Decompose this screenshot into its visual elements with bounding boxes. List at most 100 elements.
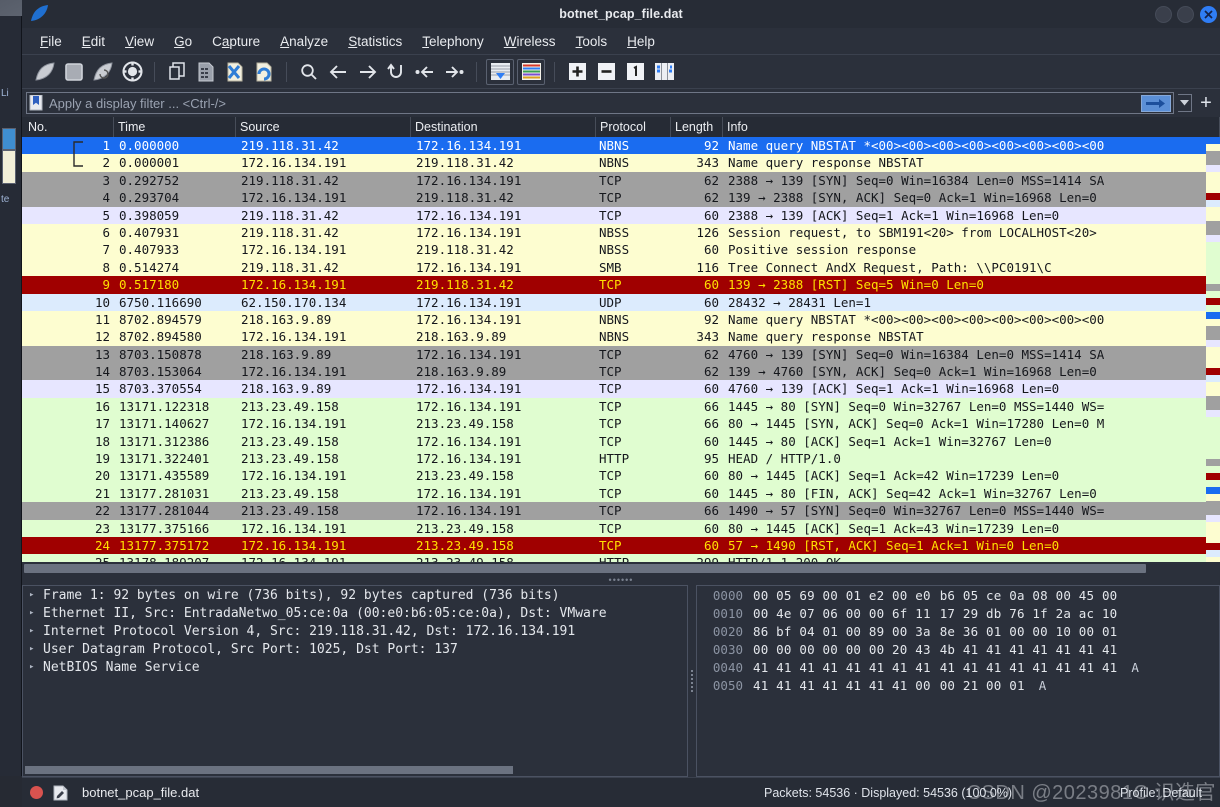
column-header-info[interactable]: Info [723, 117, 1220, 137]
display-filter-input[interactable]: Apply a display filter ... <Ctrl-/> [26, 92, 1174, 114]
expand-triangle-icon[interactable]: ▸ [29, 662, 43, 672]
packet-row[interactable]: 23 13177.375166 172.16.134.191 213.23.49.15… [22, 519, 1220, 537]
menu-statistics[interactable]: Statistics [338, 32, 412, 51]
capture-indicator-icon[interactable] [30, 786, 43, 799]
packet-row[interactable]: 12 8702.894580 172.16.134.191 218.163.9.89 N… [22, 328, 1220, 346]
hexdump-row[interactable]: 0050 41 41 41 41 41 41 41 00 00 21 00 01 A [697, 676, 1219, 694]
go-back-icon[interactable] [325, 59, 351, 85]
packet-list-pane[interactable]: No. Time Source Destination Protocol Len… [22, 117, 1220, 575]
expand-triangle-icon[interactable]: ▸ [29, 590, 43, 600]
packet-row[interactable]: 13 8703.150878 218.163.9.89 172.16.134.191 T… [22, 345, 1220, 364]
maximize-button[interactable] [1177, 6, 1194, 23]
stop-capture-icon[interactable] [61, 59, 87, 85]
menu-help[interactable]: Help [617, 32, 665, 51]
packet-row[interactable]: 2 0.000001 172.16.134.191 219.118.31.42 NBNS… [22, 154, 1220, 172]
packet-row[interactable]: 4 0.293704 172.16.134.191 219.118.31.42 TCP 6… [22, 189, 1220, 207]
colorize-packets-icon[interactable] [517, 58, 545, 85]
column-header-source[interactable]: Source [236, 117, 411, 137]
menu-telephony[interactable]: Telephony [412, 32, 494, 51]
menu-tools[interactable]: Tools [566, 32, 618, 51]
detail-row[interactable]: ▸ User Datagram Protocol, Src Port: 1025,… [23, 640, 687, 658]
column-header-time[interactable]: Time [114, 117, 236, 137]
packet-row[interactable]: 16 13171.122318 213.23.49.158 172.16.134.19… [22, 397, 1220, 416]
packet-row[interactable]: 24 13177.375172 172.16.134.191 213.23.49.15… [22, 536, 1220, 555]
packet-row[interactable]: 11 8702.894579 218.163.9.89 172.16.134.191 N… [22, 310, 1220, 329]
packet-list-horizontal-scrollbar[interactable] [22, 562, 1220, 575]
scrollbar-thumb[interactable] [25, 766, 514, 774]
hexdump-row[interactable]: 0040 41 41 41 41 41 41 41 41 41 41 41 41 4… [697, 658, 1219, 676]
packet-row[interactable]: 17 13171.140627 172.16.134.191 213.23.49.15… [22, 415, 1220, 433]
detail-row[interactable]: ▸ NetBIOS Name Service [23, 658, 687, 676]
packet-details-horizontal-scrollbar[interactable] [23, 764, 687, 776]
menu-go[interactable]: Go [164, 32, 202, 51]
capture-options-icon[interactable] [119, 59, 145, 85]
hexdump-row[interactable]: 0030 00 00 00 00 00 00 20 43 4b 41 41 41 4… [697, 640, 1219, 658]
packet-row[interactable]: 1 0.000000 219.118.31.42 172.16.134.191 NBNS… [22, 137, 1220, 155]
find-packet-icon[interactable] [296, 59, 322, 85]
go-to-packet-icon[interactable] [383, 59, 409, 85]
bookmark-icon[interactable] [29, 94, 43, 111]
packet-row[interactable]: 7 0.407933 172.16.134.191 219.118.31.42 NBSS… [22, 241, 1220, 259]
menu-view[interactable]: View [115, 32, 164, 51]
menu-analyze[interactable]: Analyze [270, 32, 338, 51]
packet-row[interactable]: 6 0.407931 219.118.31.42 172.16.134.191 NBSS… [22, 223, 1220, 242]
save-file-icon[interactable] [193, 59, 219, 85]
packet-row[interactable]: 19 13171.322401 213.23.49.158 172.16.134.19… [22, 450, 1220, 468]
expand-triangle-icon[interactable]: ▸ [29, 644, 43, 654]
pane-splitter-horizontal[interactable]: •••••• [22, 575, 1220, 585]
background-window[interactable]: Li te [0, 16, 22, 776]
scrollbar-thumb[interactable] [24, 564, 1147, 573]
packet-list-header[interactable]: No. Time Source Destination Protocol Len… [22, 117, 1220, 137]
packet-row[interactable]: 10 6750.116690 62.150.170.134 172.16.134.19… [22, 293, 1220, 311]
capture-file-properties-icon[interactable] [53, 785, 68, 801]
pane-splitter-vertical[interactable] [688, 585, 696, 777]
column-header-destination[interactable]: Destination [411, 117, 596, 137]
menu-bar[interactable]: File Edit View Go Capture Analyze Statis… [22, 28, 1220, 55]
restart-capture-icon[interactable] [90, 59, 116, 85]
expand-triangle-icon[interactable]: ▸ [29, 626, 43, 636]
close-button[interactable] [1200, 6, 1217, 23]
zoom-reset-icon[interactable] [622, 59, 648, 85]
auto-scroll-icon[interactable] [486, 58, 514, 85]
packet-row[interactable]: 20 13171.435589 172.16.134.191 213.23.49.15… [22, 467, 1220, 485]
packet-row[interactable]: 22 13177.281044 213.23.49.158 172.16.134.19… [22, 502, 1220, 520]
intelligent-scrollbar[interactable] [1206, 137, 1220, 562]
display-filter-bar[interactable]: Apply a display filter ... <Ctrl-/> + [22, 89, 1220, 117]
hexdump-row[interactable]: 0010 00 4e 07 06 00 00 6f 11 17 29 db 76 1… [697, 604, 1219, 622]
start-capture-icon[interactable] [32, 59, 58, 85]
apply-filter-arrow-icon[interactable] [1141, 94, 1171, 112]
detail-row[interactable]: ▸ Ethernet II, Src: EntradaNetwo_05:ce:0a… [23, 604, 687, 622]
hexdump-row[interactable]: 0020 86 bf 04 01 00 89 00 3a 8e 36 01 00 0… [697, 622, 1219, 640]
go-forward-icon[interactable] [354, 59, 380, 85]
title-bar[interactable]: botnet_pcap_file.dat [22, 0, 1220, 28]
open-file-icon[interactable] [164, 59, 190, 85]
menu-edit[interactable]: Edit [72, 32, 115, 51]
close-file-icon[interactable] [222, 59, 248, 85]
packet-row[interactable]: 14 8703.153064 172.16.134.191 218.163.9.89 T… [22, 363, 1220, 381]
menu-wireless[interactable]: Wireless [494, 32, 566, 51]
go-to-last-packet-icon[interactable] [441, 59, 467, 85]
packet-row[interactable]: 21 13177.281031 213.23.49.158 172.16.134.19… [22, 484, 1220, 503]
packet-row[interactable]: 8 0.514274 219.118.31.42 172.16.134.191 SMB 1… [22, 258, 1220, 277]
resize-columns-icon[interactable] [651, 59, 677, 85]
minimize-button[interactable] [1155, 6, 1172, 23]
packet-details-pane[interactable]: ▸ Frame 1: 92 bytes on wire (736 bits), 9… [22, 585, 688, 777]
add-filter-button[interactable]: + [1196, 93, 1216, 113]
detail-row[interactable]: ▸ Frame 1: 92 bytes on wire (736 bits), 9… [23, 586, 687, 604]
expand-triangle-icon[interactable]: ▸ [29, 608, 43, 618]
column-header-length[interactable]: Length [671, 117, 723, 137]
packet-list-rows[interactable]: 1 0.000000 219.118.31.42 172.16.134.191 NBNS… [22, 137, 1220, 562]
packet-bytes-pane[interactable]: 0000 00 05 69 00 01 e2 00 e0 b6 05 ce 0a 0… [696, 585, 1220, 777]
column-header-protocol[interactable]: Protocol [596, 117, 671, 137]
packet-row[interactable]: 18 13171.312386 213.23.49.158 172.16.134.19… [22, 432, 1220, 451]
column-header-no[interactable]: No. [22, 117, 114, 137]
menu-file[interactable]: File [30, 32, 72, 51]
packet-row[interactable]: 15 8703.370554 218.163.9.89 172.16.134.191 T… [22, 380, 1220, 398]
filter-dropdown-button[interactable] [1178, 94, 1192, 112]
detail-row[interactable]: ▸ Internet Protocol Version 4, Src: 219.1… [23, 622, 687, 640]
packet-row[interactable]: 5 0.398059 219.118.31.42 172.16.134.191 TCP 6… [22, 206, 1220, 224]
zoom-in-icon[interactable] [564, 59, 590, 85]
go-to-first-packet-icon[interactable] [412, 59, 438, 85]
zoom-out-icon[interactable] [593, 59, 619, 85]
main-toolbar[interactable] [22, 55, 1220, 89]
